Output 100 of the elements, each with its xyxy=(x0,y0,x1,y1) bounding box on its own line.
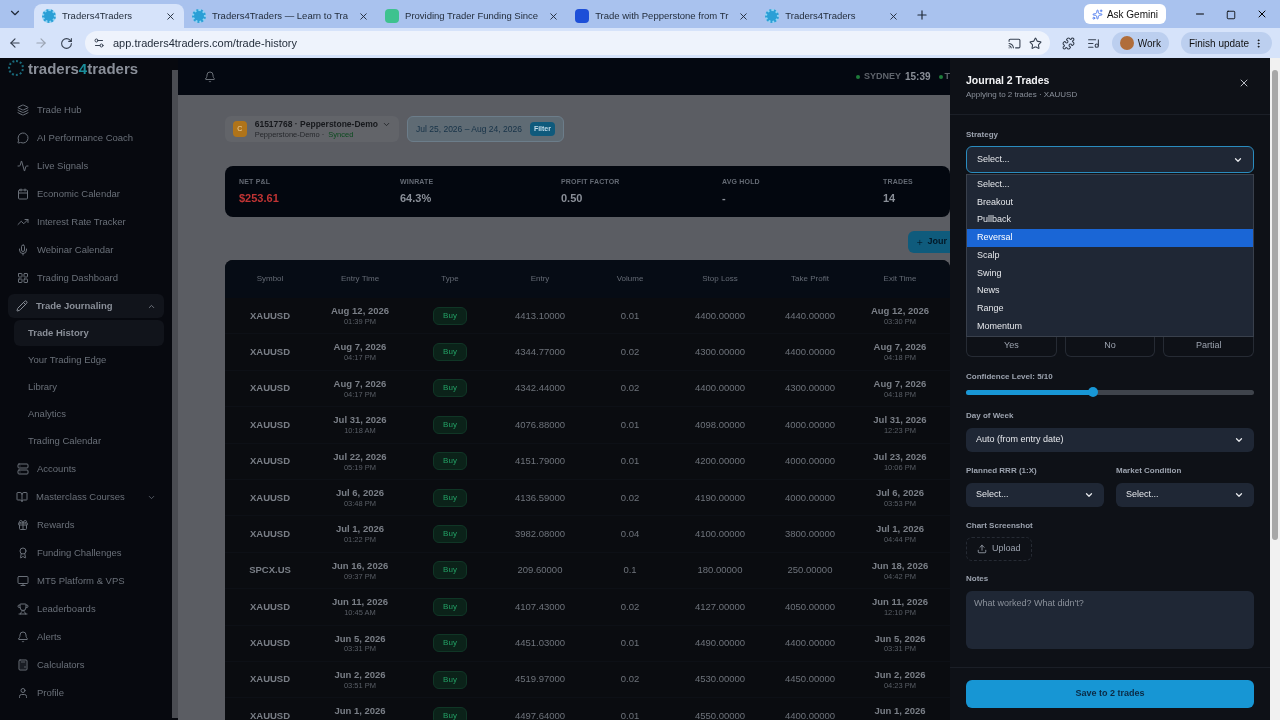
type-tag: Buy xyxy=(433,670,467,689)
day-of-week-select[interactable]: Auto (from entry date) xyxy=(966,428,1254,452)
table-cell-text: 4344.77000 xyxy=(514,344,566,359)
sidebar-item[interactable]: MT5 Platform & VPS xyxy=(8,567,164,595)
strategy-option[interactable]: Scalp xyxy=(967,246,1253,265)
table-cell: 4497.64000 xyxy=(514,708,566,720)
sidebar-item[interactable]: Live Signals xyxy=(8,152,164,180)
award-icon xyxy=(17,547,29,559)
sparkle-icon xyxy=(1091,8,1103,20)
planned-rrr-select[interactable]: Select... xyxy=(966,483,1104,507)
chat-bubble-icon xyxy=(17,132,29,144)
field-label: Chart Screenshot xyxy=(966,522,1034,530)
trade-row[interactable]: XAUUSD Jun 1, 2026 Buy 4497.64000 0.01 4550.00000 4400.00000 Jun 1, 2026 xyxy=(225,698,950,720)
sidebar-subitem[interactable]: Your Trading Edge xyxy=(14,347,164,373)
address-bar[interactable]: app.traders4traders.com/trade-history xyxy=(85,31,1050,55)
sidebar-group[interactable]: Masterclass Courses xyxy=(8,485,164,509)
sidebar-item[interactable]: Calculators xyxy=(8,651,164,679)
close-tab-icon[interactable] xyxy=(738,10,750,22)
table-cell-text: 4400.00000 xyxy=(784,344,836,359)
clock-time: 15:39 xyxy=(904,70,931,84)
strategy-option[interactable]: Range xyxy=(967,299,1253,318)
finish-update-button[interactable]: Finish update xyxy=(1180,32,1272,54)
pencil-icon xyxy=(16,300,28,312)
column-header[interactable]: Type xyxy=(441,273,459,285)
strategy-select[interactable]: Select... xyxy=(966,146,1254,173)
sidebar-item[interactable]: Interest Rate Tracker xyxy=(8,208,164,236)
date-text: Jun 16, 2026 xyxy=(331,559,389,572)
sidebar-item[interactable]: Economic Calendar xyxy=(8,180,164,208)
back-icon[interactable] xyxy=(8,36,22,50)
media-icon[interactable] xyxy=(1086,36,1100,50)
column-header[interactable]: Stop Loss xyxy=(702,273,738,285)
strategy-option[interactable]: Pullback xyxy=(967,211,1253,230)
column-header[interactable]: Exit Time xyxy=(883,273,917,285)
scrollbar[interactable] xyxy=(172,70,178,718)
strategy-option[interactable]: Swing xyxy=(967,264,1253,283)
browser-tab[interactable]: Traders4Traders xyxy=(34,4,184,28)
table-cell-text: 4300.00000 xyxy=(694,344,746,359)
close-icon[interactable] xyxy=(1238,77,1250,89)
sidebar-group[interactable]: Trade Journaling xyxy=(8,294,164,318)
table-cell: 0.01 xyxy=(620,708,640,720)
strategy-option[interactable]: News xyxy=(967,282,1253,300)
column-header[interactable]: Take Profit xyxy=(791,273,829,285)
panel-title: Journal 2 Trades xyxy=(966,75,1051,86)
reload-icon[interactable] xyxy=(60,36,73,50)
sidebar-item[interactable]: Trading Dashboard xyxy=(8,264,164,292)
table-cell: 0.01 xyxy=(620,454,640,469)
close-tab-icon[interactable] xyxy=(888,10,900,22)
notes-field[interactable]: What worked? What didn't? xyxy=(966,591,1254,649)
close-tab-icon[interactable] xyxy=(358,10,370,22)
site-settings-icon[interactable] xyxy=(93,37,105,49)
cast-icon[interactable] xyxy=(1007,36,1021,50)
table-cell: 4000.00000 xyxy=(784,417,836,432)
table-cell: 4300.00000 xyxy=(784,381,836,396)
strategy-option[interactable]: Breakout xyxy=(967,193,1253,212)
sidebar-item[interactable]: Trade Hub xyxy=(8,96,164,124)
date-text: Jul 6, 2026 xyxy=(875,487,925,499)
strategy-option[interactable]: Select... xyxy=(967,176,1253,194)
sidebar-item[interactable]: Rewards xyxy=(8,511,164,539)
ask-gemini-button[interactable]: Ask Gemini xyxy=(1083,4,1166,24)
new-tab-icon[interactable] xyxy=(915,8,930,22)
close-tab-icon[interactable] xyxy=(165,10,176,22)
notification-bell-icon[interactable] xyxy=(204,70,216,83)
scrollbar[interactable] xyxy=(1272,70,1278,540)
sidebar-item[interactable]: Leaderboards xyxy=(8,595,164,623)
column-header[interactable]: Entry Time xyxy=(340,273,380,285)
sidebar-item[interactable]: Webinar Calendar xyxy=(8,236,164,264)
date-text: Jun 11, 2026 xyxy=(872,596,928,609)
sidebar-subitem[interactable]: Library xyxy=(14,374,164,400)
table-cell: 4151.79000 xyxy=(514,454,566,469)
strategy-option[interactable]: Reversal xyxy=(967,229,1253,247)
bookmark-star-icon[interactable] xyxy=(1028,36,1042,50)
sidebar-item[interactable]: Accounts xyxy=(8,455,164,483)
sidebar-subitem[interactable]: Analytics xyxy=(14,401,164,427)
table-cell: 4107.43000 xyxy=(514,599,566,614)
sidebar-item[interactable]: Profile xyxy=(8,679,164,707)
type-tag: Buy xyxy=(433,707,467,720)
sidebar-item[interactable]: AI Performance Coach xyxy=(8,124,164,152)
date-text: Jul 23, 2026 xyxy=(873,450,927,463)
profile-button[interactable]: Work xyxy=(1111,32,1169,54)
sidebar-subitem[interactable]: Trade History xyxy=(14,320,164,346)
sidebar-item[interactable]: Alerts xyxy=(8,623,164,651)
column-header[interactable]: Symbol xyxy=(256,273,284,285)
column-header[interactable]: Entry xyxy=(530,273,550,285)
confidence-slider[interactable] xyxy=(966,387,1254,397)
save-button[interactable]: Save to 2 trades xyxy=(966,680,1254,708)
extensions-icon[interactable] xyxy=(1061,36,1075,50)
upload-button[interactable]: Upload xyxy=(966,537,1032,561)
tab-title: Traders4Traders xyxy=(62,8,134,23)
date-text: Jul 6, 2026 xyxy=(335,487,385,499)
market-condition-select[interactable]: Select... xyxy=(1116,483,1254,507)
column-header[interactable]: Volume xyxy=(616,273,644,285)
sidebar-subitem[interactable]: Trading Calendar xyxy=(14,428,164,454)
close-window-icon[interactable] xyxy=(1256,8,1268,20)
logo[interactable]: traders4traders xyxy=(0,59,172,77)
symbol-text: XAUUSD xyxy=(249,454,291,469)
sidebar-item[interactable]: Funding Challenges xyxy=(8,539,164,567)
strategy-option[interactable]: Momentum xyxy=(967,317,1253,336)
maximize-icon[interactable] xyxy=(1226,10,1236,20)
table-cell: 4098.00000 xyxy=(694,417,746,432)
close-tab-icon[interactable] xyxy=(548,10,560,22)
